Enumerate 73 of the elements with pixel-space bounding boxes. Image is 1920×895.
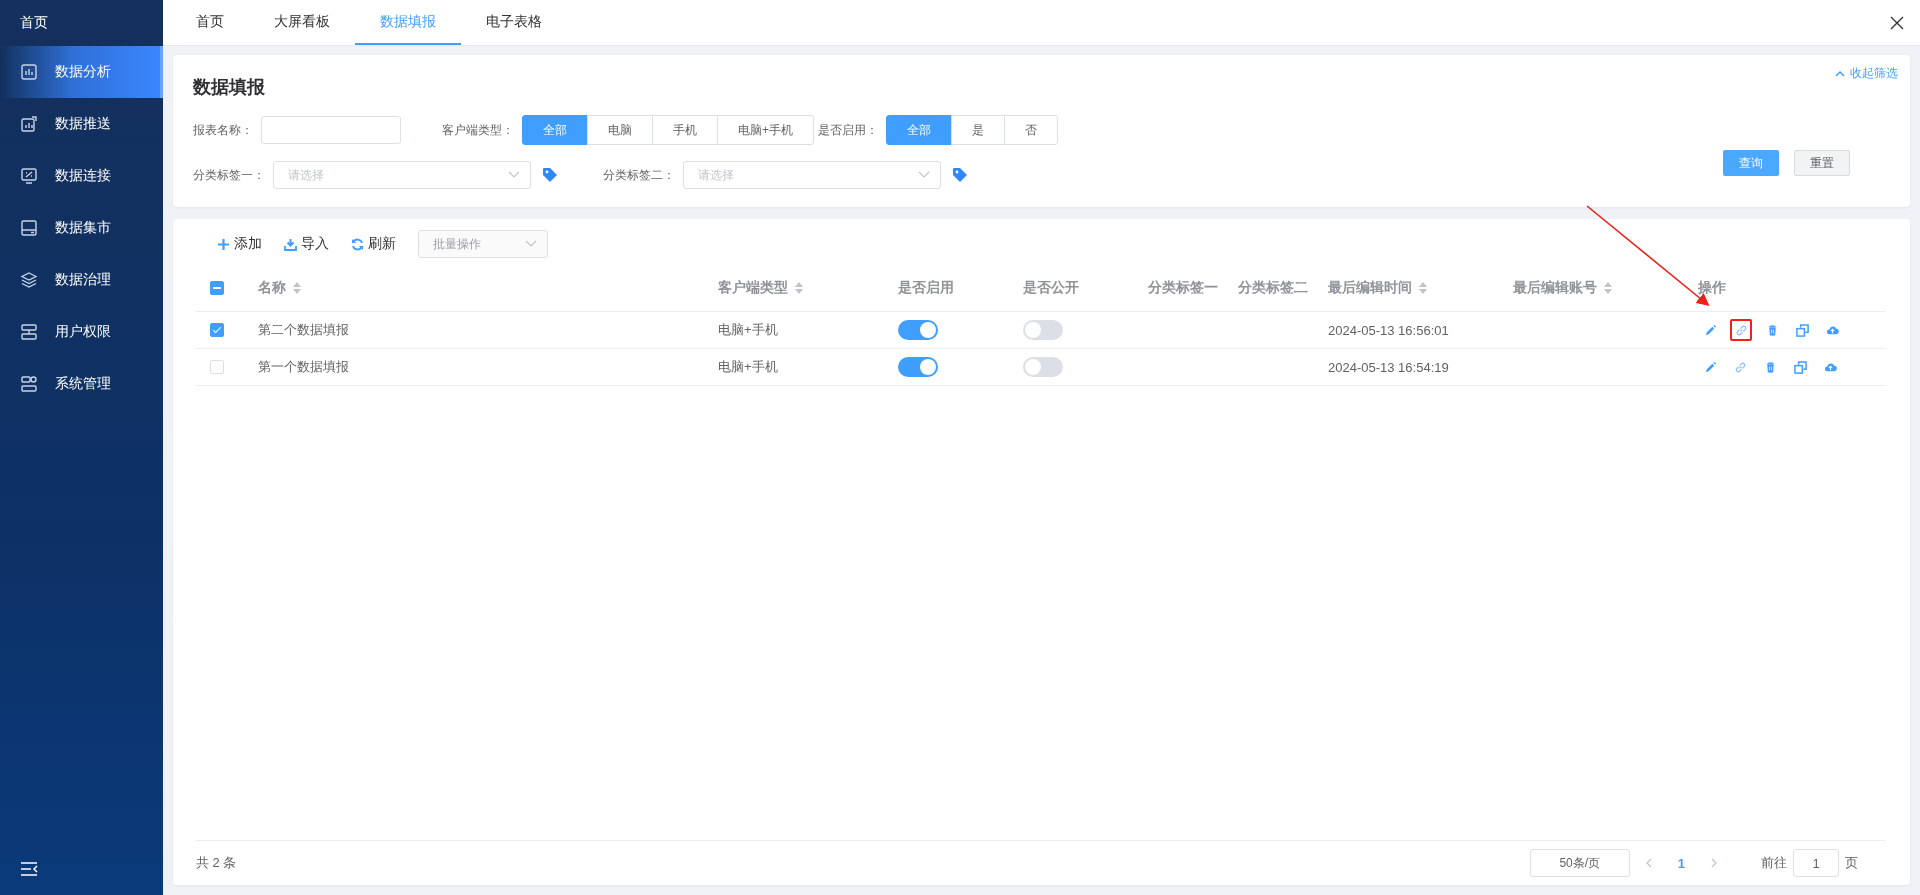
column-header: 分类标签二 — [1226, 265, 1316, 312]
page-jump-field[interactable]: 1 — [1793, 849, 1839, 877]
add-button[interactable]: 添加 — [217, 235, 262, 253]
tab[interactable]: 首页 — [171, 0, 249, 45]
jump-label: 前往 — [1761, 854, 1787, 872]
chevron-right-icon[interactable] — [1709, 858, 1719, 868]
table-cell: 2024-05-13 16:56:01 — [1328, 322, 1449, 338]
total-count: 共 2 条 — [196, 854, 237, 872]
monitor-icon — [20, 167, 38, 185]
segment-button[interactable]: 是 — [951, 115, 1005, 145]
tag-icon[interactable] — [541, 166, 559, 184]
sidebar-item[interactable]: 系统管理 — [0, 358, 163, 410]
sidebar-item[interactable]: 数据推送 — [0, 98, 163, 150]
tab[interactable]: 大屏看板 — [249, 0, 355, 45]
refresh-button[interactable]: 刷新 — [351, 235, 396, 253]
column-header: 是否公开 — [1011, 265, 1136, 312]
field-label: 分类标签二： — [603, 166, 675, 184]
table-cell: 电脑+手机 — [718, 321, 778, 339]
tray-icon — [20, 219, 38, 237]
page-unit-label: 页 — [1845, 854, 1858, 872]
chevron-down-icon — [508, 171, 520, 179]
reset-button[interactable]: 重置 — [1794, 150, 1850, 176]
toggle-switch[interactable] — [1023, 320, 1063, 340]
column-header: 是否启用 — [886, 265, 1011, 312]
stacked-boxes-icon — [20, 323, 38, 341]
chart-export-icon — [20, 115, 38, 133]
column-header: 操作 — [1686, 265, 1886, 312]
sort-icon[interactable] — [1603, 281, 1613, 295]
chevron-up-icon — [1835, 70, 1845, 77]
page-title: 数据填报 — [193, 76, 266, 99]
page-size-select[interactable]: 50条/页 — [1529, 849, 1630, 877]
sort-icon[interactable] — [292, 281, 302, 295]
segment-button[interactable]: 否 — [1004, 115, 1058, 145]
table-cell: 第一个数据填报 — [258, 358, 349, 376]
field-label: 是否启用： — [818, 121, 878, 139]
report-name-field[interactable] — [261, 116, 401, 144]
segment-button[interactable]: 手机 — [652, 115, 718, 145]
tag-icon[interactable] — [951, 166, 969, 184]
checkbox[interactable] — [210, 281, 224, 295]
sidebar-item[interactable]: 数据分析 — [0, 46, 163, 98]
import-button[interactable]: 导入 — [284, 235, 329, 253]
segment-button[interactable]: 电脑+手机 — [717, 115, 814, 145]
segment-button[interactable]: 电脑 — [587, 115, 653, 145]
field-label: 分类标签一： — [193, 166, 265, 184]
bar-chart-icon — [20, 63, 38, 81]
settings-icon — [20, 375, 38, 393]
column-header: 分类标签一 — [1136, 265, 1226, 312]
refresh-icon — [351, 237, 364, 251]
table-cell: 2024-05-13 16:54:19 — [1328, 359, 1449, 375]
checkbox[interactable] — [210, 323, 224, 337]
table-cell: 第二个数据填报 — [258, 321, 349, 339]
link-icon[interactable] — [1730, 319, 1752, 341]
chevron-down-icon — [525, 240, 537, 248]
sort-icon[interactable] — [794, 281, 804, 295]
sort-icon[interactable] — [1418, 281, 1428, 295]
menu-icon[interactable] — [20, 861, 38, 877]
sidebar-item[interactable]: 数据连接 — [0, 150, 163, 202]
download-icon — [284, 237, 297, 251]
sidebar-header[interactable]: 首页 — [0, 0, 163, 46]
toggle-switch[interactable] — [1023, 357, 1063, 377]
chevron-down-icon — [918, 171, 930, 179]
plus-icon — [217, 237, 230, 251]
layers-icon — [20, 271, 38, 289]
toggle-switch[interactable] — [898, 320, 938, 340]
field-label: 客户端类型： — [442, 121, 514, 139]
tab[interactable]: 电子表格 — [461, 0, 567, 45]
toggle-switch[interactable] — [898, 357, 938, 377]
sidebar-item[interactable]: 数据集市 — [0, 202, 163, 254]
table-cell: 电脑+手机 — [718, 358, 778, 376]
sidebar-item[interactable]: 用户权限 — [0, 306, 163, 358]
sidebar-item[interactable]: 数据治理 — [0, 254, 163, 306]
close-icon[interactable] — [1890, 15, 1904, 30]
field-label: 报表名称： — [193, 121, 253, 139]
